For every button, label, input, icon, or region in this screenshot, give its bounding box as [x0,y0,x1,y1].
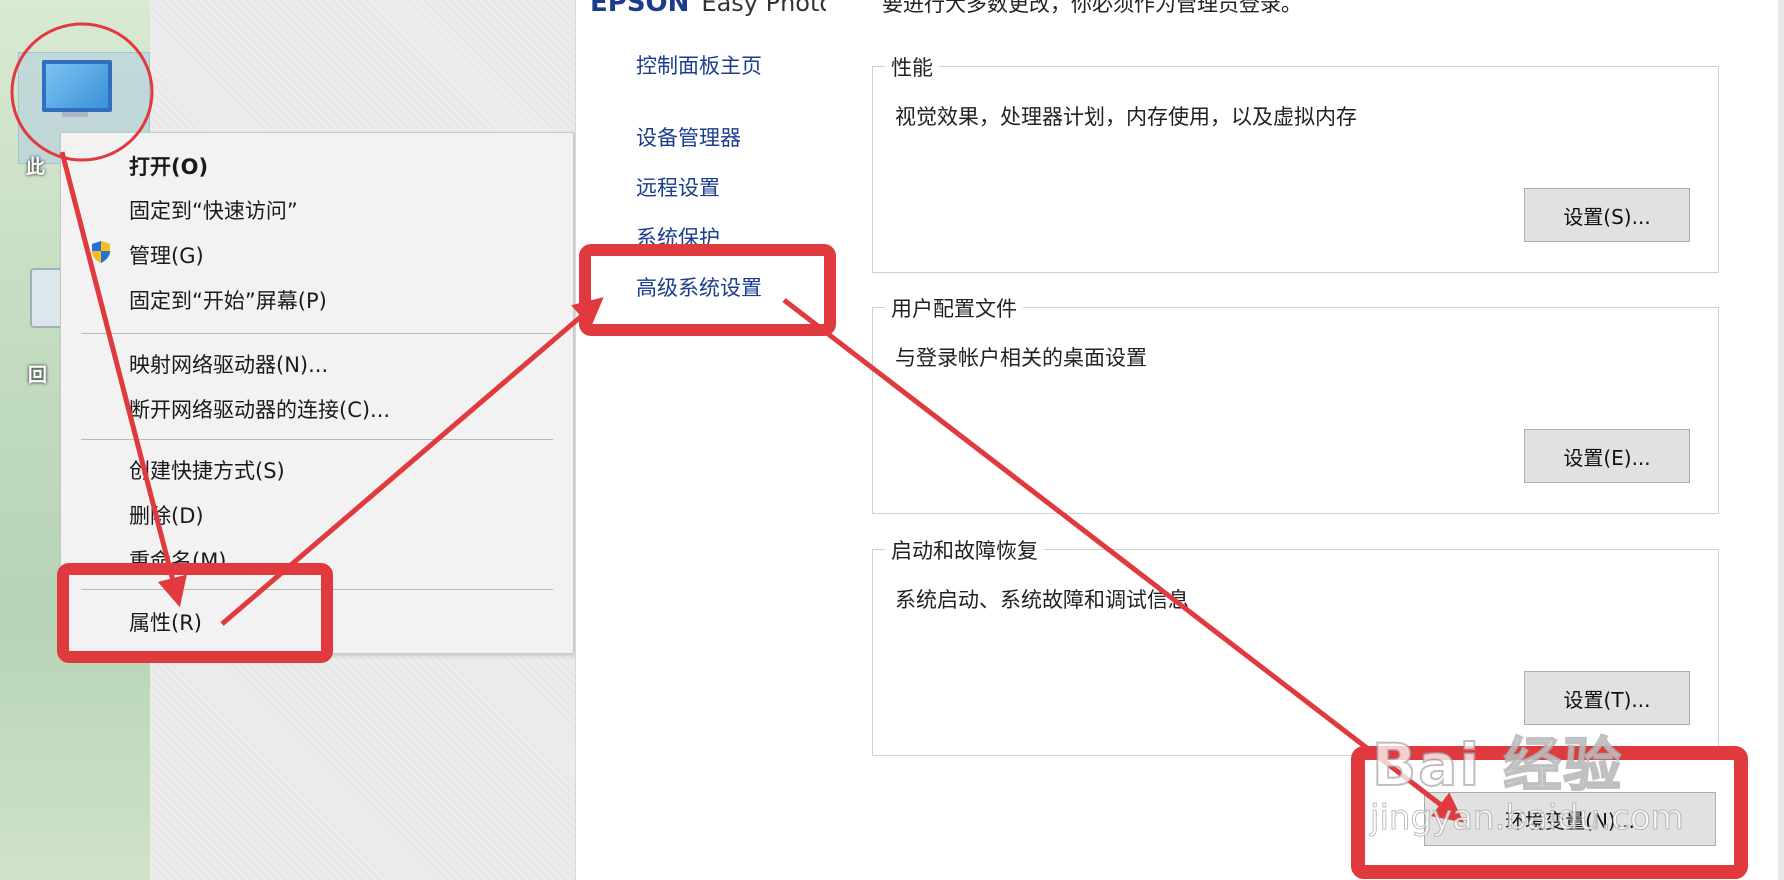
nav-link-device-manager[interactable]: 设备管理器 [636,122,741,152]
baidu-watermark-url: jingyan.baidu.com [1370,798,1685,839]
menu-separator [81,439,553,440]
menu-item-pin-quick-access[interactable]: 固定到“快速访问” [129,195,298,225]
group-desc-user-profiles: 与登录帐户相关的桌面设置 [895,346,1147,370]
menu-item-create-shortcut[interactable]: 创建快捷方式(S) [129,455,285,485]
this-pc-label: 此 [26,156,46,178]
menu-item-disconnect-drive[interactable]: 断开网络驱动器的连接(C)... [129,394,390,424]
recycle-bin-label: 回 [28,364,48,386]
menu-item-delete[interactable]: 删除(D) [129,500,204,530]
monitor-stand [62,112,88,117]
group-title-performance: 性能 [885,52,939,82]
context-menu: 打开(O) 固定到“快速访问” 管理(G) 固定到“开始”屏幕(P) 映射网络驱… [60,132,574,654]
nav-link-remote-settings[interactable]: 远程设置 [636,172,720,202]
monitor-base [50,118,100,122]
group-title-startup-recovery: 启动和故障恢复 [885,535,1044,565]
menu-item-properties[interactable]: 属性(R) [129,607,202,637]
menu-item-open[interactable]: 打开(O) [129,151,208,181]
menu-separator [81,589,553,590]
baidu-watermark: Bai 经验 [1371,730,1624,800]
nav-link-control-panel-home[interactable]: 控制面板主页 [636,50,762,80]
menu-item-rename[interactable]: 重命名(M) [129,545,227,575]
user-profiles-settings-button[interactable]: 设置(E)... [1524,429,1690,483]
group-desc-performance: 视觉效果，处理器计划，内存使用，以及虚拟内存 [895,105,1357,129]
control-panel-sidebar: EPSON Easy Photo 控制面板主页 设备管理器 远程设置 系统保护 高… [575,0,834,880]
group-desc-startup-recovery: 系统启动、系统故障和调试信息 [895,588,1189,612]
menu-separator [81,333,553,334]
group-performance: 性能 视觉效果，处理器计划，内存使用，以及虚拟内存 设置(S)... [872,52,1719,273]
performance-settings-button[interactable]: 设置(S)... [1524,188,1690,242]
monitor-icon [42,60,112,112]
menu-item-manage[interactable]: 管理(G) [129,240,204,270]
epson-brand: EPSON Easy Photo [590,0,835,18]
nav-link-advanced-system-settings[interactable]: 高级系统设置 [636,272,762,302]
group-title-user-profiles: 用户配置文件 [885,293,1023,323]
uac-shield-icon [92,241,110,263]
menu-item-map-drive[interactable]: 映射网络驱动器(N)... [129,349,328,379]
admin-notice: 要进行大多数更改，你必须作为管理员登录。 [882,0,1302,16]
startup-recovery-settings-button[interactable]: 设置(T)... [1524,671,1690,725]
group-user-profiles: 用户配置文件 与登录帐户相关的桌面设置 设置(E)... [872,293,1719,514]
system-properties-advanced-tab: 要进行大多数更改，你必须作为管理员登录。 性能 视觉效果，处理器计划，内存使用，… [826,0,1784,880]
nav-link-system-protection[interactable]: 系统保护 [636,222,720,252]
window-edge [1778,0,1784,880]
menu-item-pin-start[interactable]: 固定到“开始”屏幕(P) [129,285,327,315]
